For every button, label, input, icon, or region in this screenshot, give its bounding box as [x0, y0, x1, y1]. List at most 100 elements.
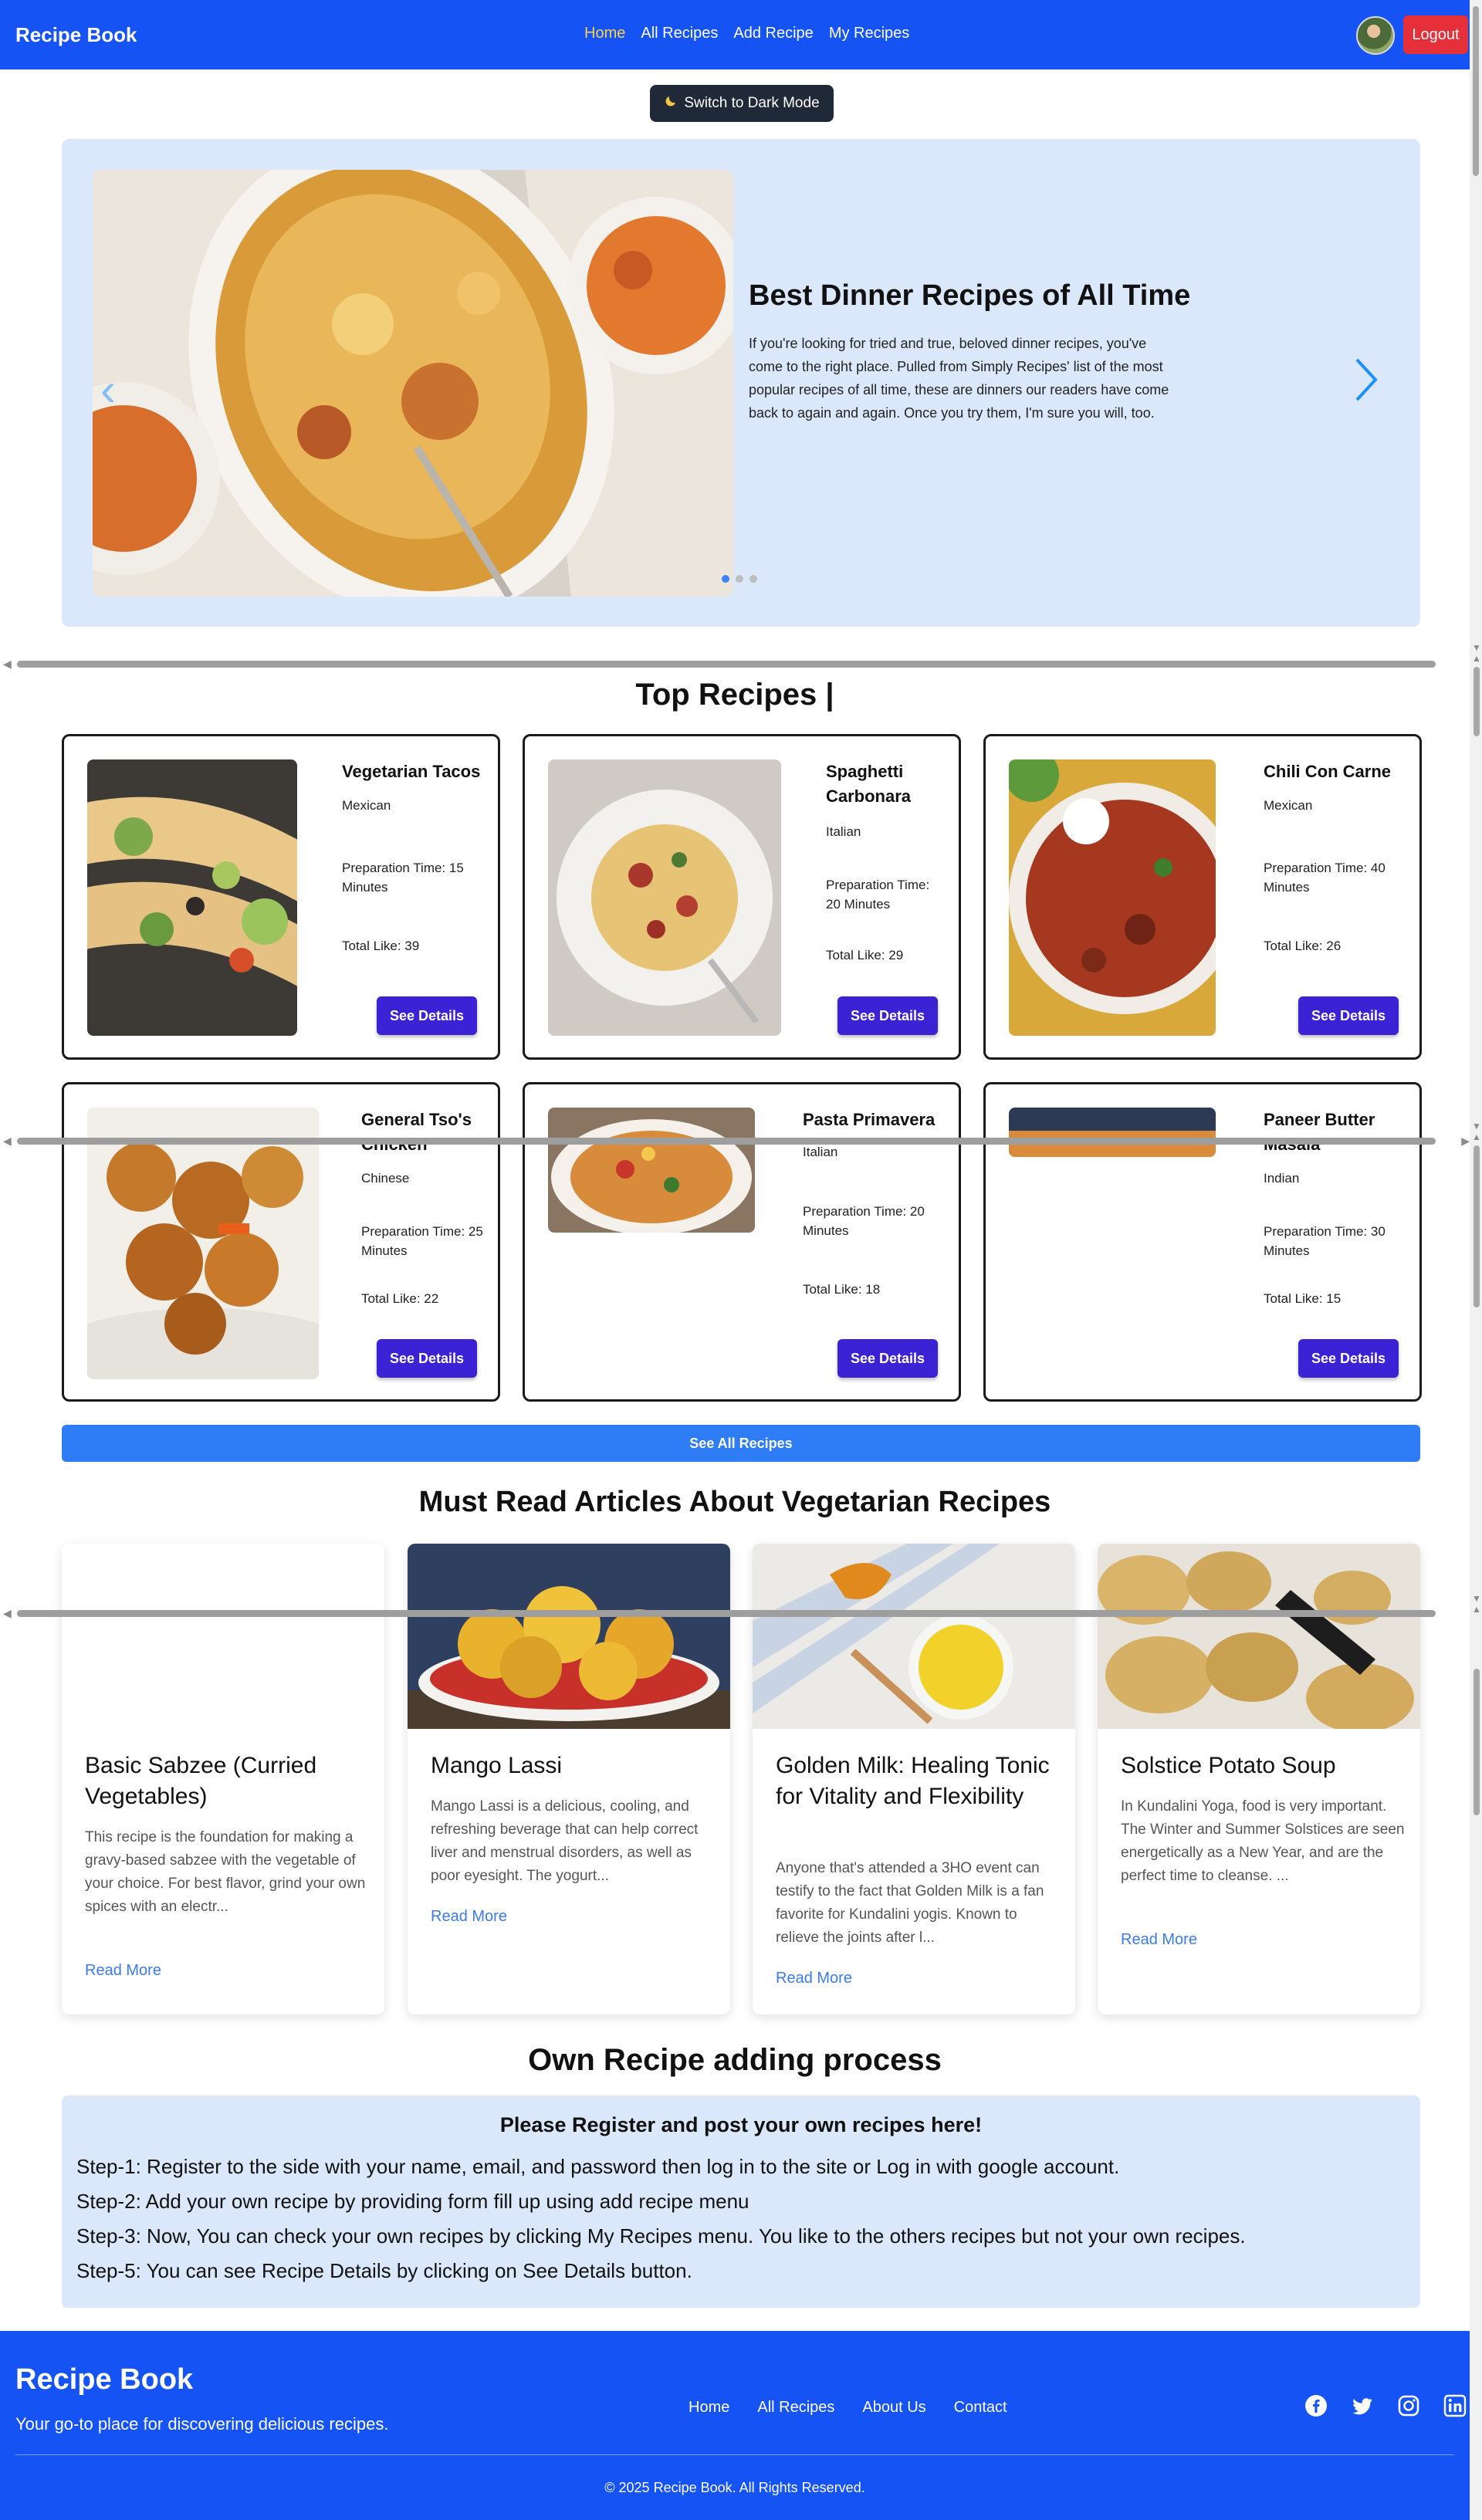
recipe-card: General Tso's Chicken Chinese Preparatio…: [62, 1082, 500, 1402]
banner-title: Best Dinner Recipes of All Time: [749, 279, 1191, 312]
carousel-dot[interactable]: [722, 575, 729, 583]
scroll-down-arrow-icon[interactable]: ▼: [1471, 642, 1482, 653]
recipe-prep-time: Preparation Time: 25 Minutes: [361, 1224, 483, 1258]
recipe-image: [548, 1108, 755, 1233]
read-more-link[interactable]: Read More: [431, 1908, 507, 1926]
process-step: Step-1: Register to the side with your n…: [76, 2155, 1120, 2178]
scroll-right-arrow-icon[interactable]: ▶: [1461, 1135, 1470, 1148]
navbar: Recipe Book Home All Recipes Add Recipe …: [0, 0, 1470, 69]
recipe-prep-time: Preparation Time: 20 Minutes: [826, 878, 930, 912]
scroll-left-arrow-icon[interactable]: ◀: [3, 1135, 12, 1148]
twitter-icon[interactable]: [1351, 2394, 1374, 2417]
facebook-icon[interactable]: [1304, 2394, 1328, 2417]
nav-add-recipe[interactable]: Add Recipe: [733, 25, 813, 42]
recipe-card: Spaghetti Carbonara Italian Preparation …: [523, 734, 961, 1060]
article-title: Basic Sabzee (Curried Vegetables): [85, 1753, 317, 1809]
nav-home[interactable]: Home: [584, 25, 625, 42]
inner-vertical-scrollbar[interactable]: ▼ ▲: [1471, 1593, 1482, 1818]
articles-title: Must Read Articles About Vegetarian Reci…: [418, 1486, 1051, 1518]
scroll-left-arrow-icon[interactable]: ◀: [3, 658, 12, 671]
article-title: Mango Lassi: [431, 1753, 563, 1778]
page-scrollbar-thumb[interactable]: [1473, 6, 1479, 176]
carousel-dot[interactable]: [749, 575, 757, 583]
footer-tagline: Your go-to place for discovering delicio…: [15, 2414, 389, 2434]
recipe-likes: Total Like: 29: [826, 948, 904, 962]
process-step: Step-3: Now, You can check your own reci…: [76, 2224, 1246, 2248]
scroll-down-arrow-icon[interactable]: ▼: [1471, 1593, 1482, 1604]
horizontal-scrollbar[interactable]: ◀: [0, 655, 1470, 671]
horizontal-scrollbar[interactable]: ◀: [0, 1604, 1470, 1621]
footer-link-contact[interactable]: Contact: [954, 2399, 1007, 2417]
footer-brand: Recipe Book: [15, 2363, 194, 2396]
recipe-cuisine: Mexican: [1264, 798, 1313, 813]
logout-button[interactable]: Logout: [1403, 15, 1468, 54]
footer-links: Home All Recipes About Us Contact: [689, 2399, 1007, 2417]
scroll-up-arrow-icon[interactable]: ▲: [1471, 1604, 1482, 1615]
dark-mode-toggle[interactable]: Switch to Dark Mode: [650, 85, 834, 122]
see-details-button[interactable]: See Details: [377, 1339, 477, 1378]
recipe-image: [1009, 759, 1216, 1036]
recipe-cuisine: Mexican: [342, 798, 391, 813]
nav-all-recipes[interactable]: All Recipes: [641, 25, 718, 42]
see-details-button[interactable]: See Details: [837, 996, 938, 1035]
footer-link-home[interactable]: Home: [689, 2399, 729, 2417]
scroll-left-arrow-icon[interactable]: ◀: [3, 1607, 12, 1620]
scroll-down-arrow-icon[interactable]: ▼: [1471, 1121, 1482, 1131]
horizontal-scrollbar-thumb[interactable]: [17, 1610, 1436, 1617]
process-step: Step-2: Add your own recipe by providing…: [76, 2190, 749, 2213]
horizontal-scrollbar[interactable]: ◀ ▶: [0, 1131, 1470, 1148]
see-details-button[interactable]: See Details: [1298, 1339, 1399, 1378]
avatar[interactable]: [1356, 16, 1395, 55]
recipe-cuisine: Chinese: [361, 1171, 410, 1186]
instagram-icon[interactable]: [1397, 2394, 1420, 2417]
inner-scrollbar-thumb[interactable]: [1474, 1145, 1480, 1307]
carousel-dot[interactable]: [736, 575, 743, 583]
horizontal-scrollbar-thumb[interactable]: [17, 1138, 1436, 1145]
carousel-dots: [722, 575, 757, 583]
horizontal-scrollbar-thumb[interactable]: [17, 661, 1436, 668]
inner-scrollbar-thumb[interactable]: [1474, 1669, 1480, 1815]
article-description: Anyone that's attended a 3HO event can t…: [776, 1860, 1044, 1946]
see-details-button[interactable]: See Details: [377, 996, 477, 1035]
footer-link-all-recipes[interactable]: All Recipes: [757, 2399, 834, 2417]
recipe-likes: Total Like: 18: [803, 1282, 881, 1297]
social-links: [1304, 2394, 1467, 2417]
recipe-likes: Total Like: 26: [1264, 939, 1342, 953]
inner-vertical-scrollbar[interactable]: ▼ ▲: [1471, 1121, 1482, 1311]
banner-image: [93, 170, 733, 597]
chevron-right-icon[interactable]: [1352, 357, 1380, 414]
see-details-button[interactable]: See Details: [837, 1339, 938, 1378]
nav-links: Home All Recipes Add Recipe My Recipes: [584, 25, 909, 42]
recipe-cuisine: Indian: [1264, 1171, 1300, 1186]
inner-scrollbar-thumb[interactable]: [1474, 667, 1480, 736]
recipe-image: [548, 759, 781, 1036]
scroll-up-arrow-icon[interactable]: ▲: [1471, 653, 1482, 664]
article-image: [1098, 1544, 1420, 1733]
read-more-link[interactable]: Read More: [85, 1962, 161, 1980]
see-all-recipes-button[interactable]: See All Recipes: [62, 1425, 1420, 1462]
recipe-likes: Total Like: 15: [1264, 1291, 1342, 1306]
inner-vertical-scrollbar[interactable]: ▼ ▲: [1471, 642, 1482, 739]
linkedin-icon[interactable]: [1443, 2394, 1467, 2417]
see-details-button[interactable]: See Details: [1298, 996, 1399, 1035]
read-more-link[interactable]: Read More: [1121, 1931, 1197, 1949]
recipe-cuisine: Italian: [826, 824, 861, 839]
scroll-up-arrow-icon[interactable]: ▲: [1471, 1131, 1482, 1142]
brand-logo[interactable]: Recipe Book: [15, 23, 137, 47]
recipe-prep-time: Preparation Time: 15 Minutes: [342, 861, 464, 895]
read-more-link[interactable]: Read More: [776, 1970, 852, 1987]
recipe-card: Paneer Butter Masala Indian Preparation …: [983, 1082, 1422, 1402]
recipe-prep-time: Preparation Time: 40 Minutes: [1264, 861, 1386, 895]
nav-my-recipes[interactable]: My Recipes: [829, 25, 909, 42]
footer-link-about[interactable]: About Us: [862, 2399, 925, 2417]
footer: Recipe Book Your go-to place for discove…: [0, 2331, 1470, 2520]
chevron-left-icon[interactable]: ‹: [100, 363, 116, 416]
process-title: Own Recipe adding process: [528, 2043, 942, 2077]
recipe-likes: Total Like: 39: [342, 939, 420, 953]
moon-icon: [664, 94, 678, 113]
recipe-name: Spaghetti Carbonara: [826, 762, 912, 806]
process-heading: Please Register and post your own recipe…: [499, 2113, 983, 2136]
top-recipes-title: Top Recipes |: [635, 678, 834, 712]
article-description: In Kundalini Yoga, food is very importan…: [1121, 1798, 1405, 1884]
recipe-prep-time: Preparation Time: 30 Minutes: [1264, 1224, 1386, 1258]
